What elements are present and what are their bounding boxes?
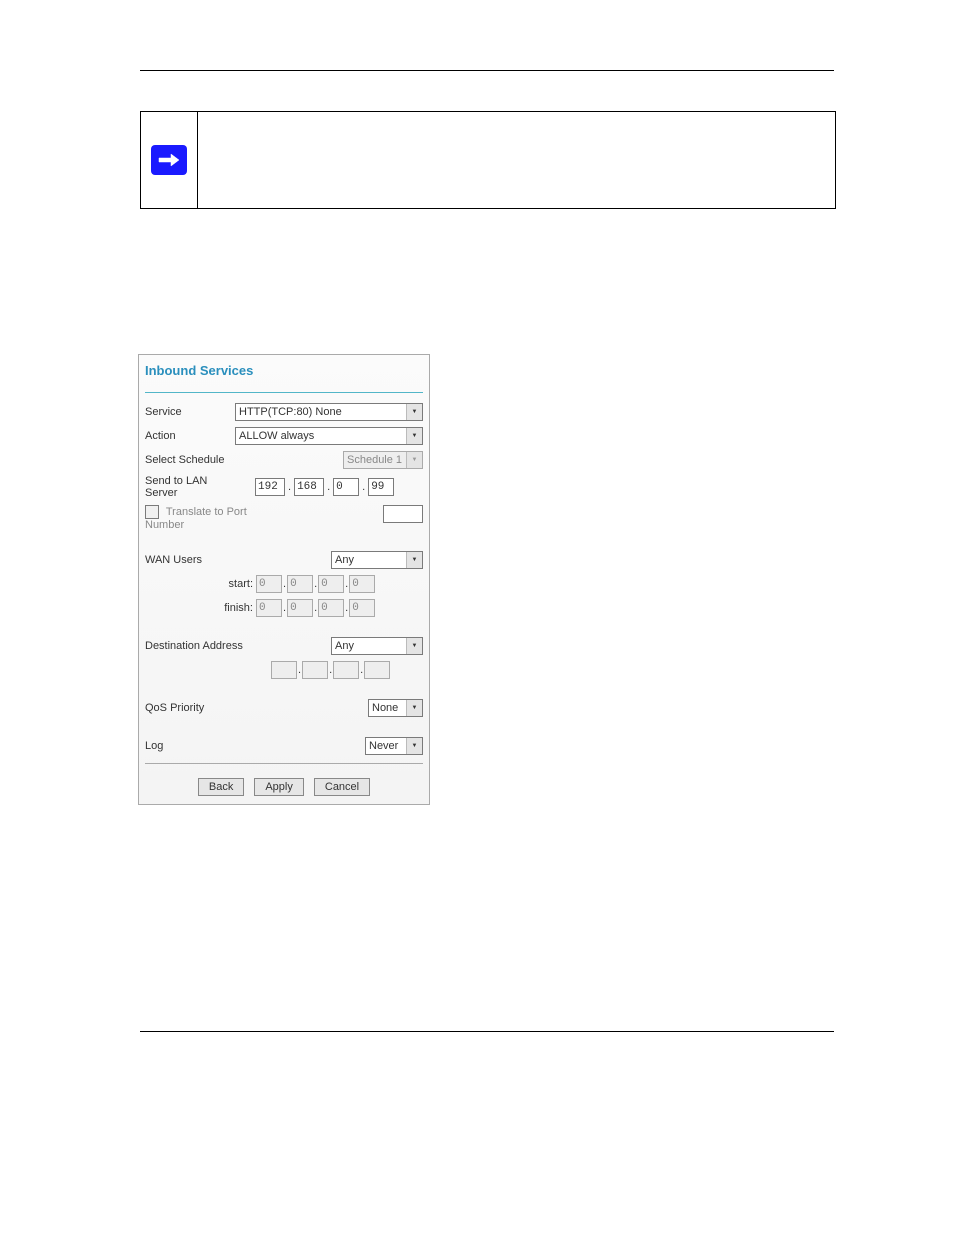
dest-ip-4 bbox=[364, 661, 390, 679]
log-select[interactable]: Never ▼ bbox=[365, 737, 423, 755]
lan-server-label: Send to LAN Server bbox=[145, 475, 235, 499]
chevron-down-icon: ▼ bbox=[406, 428, 422, 444]
translate-port-checkbox[interactable] bbox=[145, 505, 159, 519]
translate-port-group: Translate to Port Number bbox=[145, 505, 255, 531]
dest-addr-value: Any bbox=[335, 640, 406, 652]
start-ip-3: 0 bbox=[318, 575, 344, 593]
chevron-down-icon: ▼ bbox=[406, 638, 422, 654]
wan-users-value: Any bbox=[335, 554, 406, 566]
lan-ip-2[interactable]: 168 bbox=[294, 478, 324, 496]
action-select[interactable]: ALLOW always ▼ bbox=[235, 427, 423, 445]
action-label: Action bbox=[145, 430, 235, 442]
dest-addr-select[interactable]: Any ▼ bbox=[331, 637, 423, 655]
service-select-value: HTTP(TCP:80) None bbox=[239, 406, 406, 418]
wan-users-select[interactable]: Any ▼ bbox=[331, 551, 423, 569]
dest-ip-1 bbox=[271, 661, 297, 679]
schedule-select: Schedule 1 ▼ bbox=[343, 451, 423, 469]
start-ip-4: 0 bbox=[349, 575, 375, 593]
wan-users-label: WAN Users bbox=[145, 554, 235, 566]
cancel-button[interactable]: Cancel bbox=[314, 778, 370, 796]
chevron-down-icon: ▼ bbox=[406, 552, 422, 568]
qos-label: QoS Priority bbox=[145, 702, 235, 714]
schedule-label: Select Schedule bbox=[145, 454, 235, 466]
finish-ip-1: 0 bbox=[256, 599, 282, 617]
back-button[interactable]: Back bbox=[198, 778, 244, 796]
apply-button[interactable]: Apply bbox=[254, 778, 304, 796]
top-rule bbox=[140, 70, 834, 71]
finish-label: finish: bbox=[145, 602, 256, 614]
note-icon-cell bbox=[141, 112, 198, 208]
panel-divider bbox=[145, 392, 423, 393]
chevron-down-icon: ▼ bbox=[406, 738, 422, 754]
qos-value: None bbox=[372, 702, 406, 714]
start-label: start: bbox=[145, 578, 256, 590]
start-ip-2: 0 bbox=[287, 575, 313, 593]
chevron-down-icon: ▼ bbox=[406, 452, 422, 468]
lan-ip-1[interactable]: 192 bbox=[255, 478, 285, 496]
finish-ip-3: 0 bbox=[318, 599, 344, 617]
footer-rule bbox=[140, 1031, 834, 1032]
arrow-right-icon bbox=[151, 145, 187, 175]
dest-ip-3 bbox=[333, 661, 359, 679]
service-label: Service bbox=[145, 406, 235, 418]
schedule-select-value: Schedule 1 bbox=[347, 454, 406, 466]
finish-ip-2: 0 bbox=[287, 599, 313, 617]
service-select[interactable]: HTTP(TCP:80) None ▼ bbox=[235, 403, 423, 421]
lan-ip-4[interactable]: 99 bbox=[368, 478, 394, 496]
button-divider bbox=[145, 763, 423, 764]
lan-ip-3[interactable]: 0 bbox=[333, 478, 359, 496]
action-select-value: ALLOW always bbox=[239, 430, 406, 442]
log-value: Never bbox=[369, 740, 406, 752]
translate-port-label: Translate to Port Number bbox=[145, 506, 247, 531]
panel-title: Inbound Services bbox=[145, 363, 423, 378]
chevron-down-icon: ▼ bbox=[406, 404, 422, 420]
log-label: Log bbox=[145, 740, 235, 752]
start-ip-1: 0 bbox=[256, 575, 282, 593]
chevron-down-icon: ▼ bbox=[406, 700, 422, 716]
finish-ip-4: 0 bbox=[349, 599, 375, 617]
inbound-services-panel: Inbound Services Service HTTP(TCP:80) No… bbox=[138, 354, 430, 805]
dest-ip-2 bbox=[302, 661, 328, 679]
qos-select[interactable]: None ▼ bbox=[368, 699, 423, 717]
note-box bbox=[140, 111, 836, 209]
note-text-cell bbox=[198, 112, 835, 208]
dest-addr-label: Destination Address bbox=[145, 640, 255, 652]
translate-port-input[interactable] bbox=[383, 505, 423, 523]
